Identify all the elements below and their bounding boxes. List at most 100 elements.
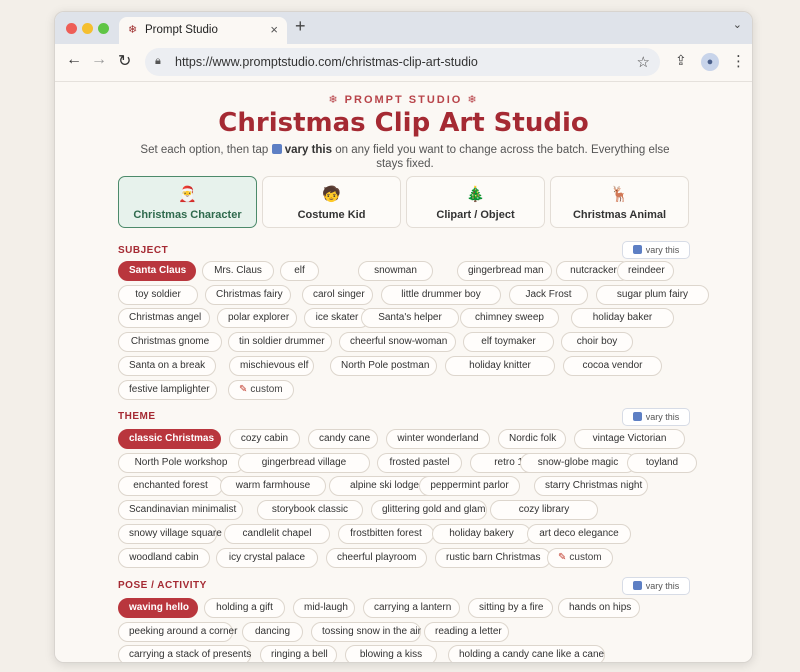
share-icon[interactable]: ⇪ xyxy=(675,52,687,69)
theme-option-chip[interactable]: art deco elegance xyxy=(527,523,631,544)
theme-option-chip[interactable]: candlelit chapel xyxy=(224,523,330,544)
browser-tab[interactable]: ❄ Prompt Studio × xyxy=(119,17,287,44)
theme-option-chip[interactable]: gingerbread village xyxy=(238,452,370,473)
pose-option-chip[interactable]: carrying a lantern xyxy=(363,598,460,618)
theme-option-chip[interactable]: candy cane xyxy=(308,429,378,449)
theme-option-chip[interactable]: enchanted forest xyxy=(118,476,223,497)
subject-option-chip[interactable]: polar explorer xyxy=(217,308,297,329)
category-card-christmas-animal[interactable]: 🦌 Christmas Animal xyxy=(550,176,689,228)
minimize-window-button[interactable] xyxy=(82,23,93,34)
theme-option-chip[interactable]: warm farmhouse xyxy=(220,476,326,497)
more-menu-icon[interactable]: ⋮ xyxy=(731,52,746,70)
subject-option-chip[interactable]: festive lamplighter xyxy=(118,379,217,400)
subject-option-chip[interactable]: tin soldier drummer xyxy=(228,332,332,353)
pose-option-chip[interactable]: waving hello xyxy=(118,598,198,618)
shuffle-icon xyxy=(271,144,282,154)
pose-option-chip[interactable]: tossing snow in the air xyxy=(311,621,421,642)
theme-option-chip[interactable]: Nordic folk xyxy=(498,429,566,449)
pose-option-chip[interactable]: hands on hips xyxy=(558,598,640,618)
theme-section-label: THEME xyxy=(118,411,156,422)
pose-option-chip[interactable]: mid-laugh xyxy=(293,598,355,618)
subject-option-chip[interactable]: snowman xyxy=(358,261,433,281)
bookmark-star-icon[interactable]: ☆ xyxy=(637,53,650,71)
pose-option-chip[interactable]: reading a letter xyxy=(424,621,509,642)
theme-option-chip[interactable]: cozy library xyxy=(490,500,598,521)
theme-option-chip[interactable]: classic Christmas xyxy=(118,429,221,449)
theme-option-chip[interactable]: woodland cabin xyxy=(118,547,210,568)
subject-option-chip[interactable]: Santa on a break xyxy=(118,355,216,376)
theme-option-chip[interactable]: peppermint parlor xyxy=(419,476,520,497)
pose-option-chip[interactable]: blowing a kiss xyxy=(345,645,437,662)
subject-option-chip[interactable]: carol singer xyxy=(302,284,373,305)
subject-option-chip[interactable]: Christmas angel xyxy=(118,308,210,329)
url-text[interactable]: https://www.promptstudio.com/christmas-c… xyxy=(175,55,478,69)
theme-custom-button[interactable]: ✎ custom xyxy=(547,547,613,568)
subject-option-chip[interactable]: Christmas fairy xyxy=(205,284,291,305)
maximize-window-button[interactable] xyxy=(98,23,109,34)
pose-option-chip[interactable]: holding a gift xyxy=(204,598,285,618)
new-tab-icon[interactable]: + xyxy=(295,16,306,37)
theme-option-chip[interactable]: Scandinavian minimalist xyxy=(118,500,243,521)
subject-option-chip[interactable]: holiday baker xyxy=(571,308,674,329)
theme-option-chip[interactable]: cheerful playroom xyxy=(326,547,427,568)
reload-icon[interactable]: ↻ xyxy=(118,51,131,71)
subject-option-chip[interactable]: choir boy xyxy=(561,332,633,353)
subject-option-chip[interactable]: elf toymaker xyxy=(463,332,554,353)
address-bar[interactable]: 🔒︎ https://www.promptstudio.com/christma… xyxy=(145,48,660,76)
pose-option-chip[interactable]: carrying a stack of presents xyxy=(118,645,251,662)
subject-option-chip[interactable]: North Pole postman xyxy=(330,355,437,376)
vary-pose-button[interactable]: vary this xyxy=(622,577,690,595)
vary-theme-button[interactable]: vary this xyxy=(622,408,690,426)
subject-custom-button[interactable]: ✎ custom xyxy=(228,379,294,400)
theme-option-chip[interactable]: frostbitten forest xyxy=(338,523,434,544)
theme-option-chip[interactable]: rustic barn Christmas xyxy=(435,547,551,568)
theme-option-chip[interactable]: frosted pastel xyxy=(377,452,462,473)
theme-option-chip[interactable]: North Pole workshop xyxy=(118,452,244,473)
theme-option-chip[interactable]: vintage Victorian xyxy=(574,429,685,449)
pose-option-chip[interactable]: holding a candy cane like a cane xyxy=(448,645,605,662)
pose-option-chip[interactable]: peeking around a corner xyxy=(118,621,237,642)
subject-option-chip[interactable]: Mrs. Claus xyxy=(202,261,274,281)
category-card-clipart-object[interactable]: 🎄 Clipart / Object xyxy=(406,176,545,228)
subject-option-chip[interactable]: Santa Claus xyxy=(118,261,196,281)
theme-option-chip[interactable]: winter wonderland xyxy=(386,429,490,449)
theme-option-chip[interactable]: storybook classic xyxy=(257,500,363,521)
shuffle-icon xyxy=(632,581,642,590)
profile-avatar-icon[interactable]: ● xyxy=(701,53,719,71)
theme-option-chip[interactable]: snow-globe magic xyxy=(520,452,636,473)
vary-subject-button[interactable]: vary this xyxy=(622,241,690,259)
theme-option-chip[interactable]: icy crystal palace xyxy=(216,547,318,568)
shuffle-icon xyxy=(632,412,642,421)
subject-option-chip[interactable]: gingerbread man xyxy=(457,261,552,281)
theme-option-chip[interactable]: glittering gold and glam xyxy=(371,500,487,521)
subject-option-chip[interactable]: holiday knitter xyxy=(445,355,555,376)
subject-option-chip[interactable]: Christmas gnome xyxy=(118,332,222,353)
subject-option-chip[interactable]: toy soldier xyxy=(118,284,198,305)
subject-option-chip[interactable]: Santa's helper xyxy=(361,308,459,329)
category-card-christmas-character[interactable]: 🎅 Christmas Character xyxy=(118,176,257,228)
lock-icon[interactable]: 🔒︎ xyxy=(155,55,161,68)
theme-option-chip[interactable]: starry Christmas night xyxy=(534,476,648,497)
subject-option-chip[interactable]: cheerful snow-woman xyxy=(339,332,456,353)
chevron-down-icon[interactable]: ⌄ xyxy=(733,18,742,31)
subject-option-chip[interactable]: sugar plum fairy xyxy=(596,284,709,305)
subject-option-chip[interactable]: little drummer boy xyxy=(381,284,501,305)
subject-option-chip[interactable]: Jack Frost xyxy=(509,284,588,305)
forward-arrow-icon[interactable]: → xyxy=(91,51,107,69)
subject-option-chip[interactable]: mischievous elf xyxy=(229,355,314,376)
close-window-button[interactable] xyxy=(66,23,77,34)
theme-option-chip[interactable]: cozy cabin xyxy=(229,429,300,449)
theme-option-chip[interactable]: snowy village square xyxy=(118,523,222,544)
pose-option-chip[interactable]: ringing a bell xyxy=(260,645,337,662)
subject-option-chip[interactable]: elf xyxy=(280,261,319,281)
close-tab-icon[interactable]: × xyxy=(270,22,278,37)
back-arrow-icon[interactable]: ← xyxy=(66,51,82,69)
subject-option-chip[interactable]: cocoa vendor xyxy=(563,355,662,376)
pose-option-chip[interactable]: sitting by a fire xyxy=(468,598,553,618)
category-card-costume-kid[interactable]: 🧒 Costume Kid xyxy=(262,176,401,228)
subject-option-chip[interactable]: chimney sweep xyxy=(460,308,559,329)
theme-option-chip[interactable]: toyland xyxy=(627,452,697,473)
subject-option-chip[interactable]: reindeer xyxy=(617,261,674,281)
pose-option-chip[interactable]: dancing xyxy=(242,621,303,642)
theme-option-chip[interactable]: holiday bakery xyxy=(432,523,531,544)
